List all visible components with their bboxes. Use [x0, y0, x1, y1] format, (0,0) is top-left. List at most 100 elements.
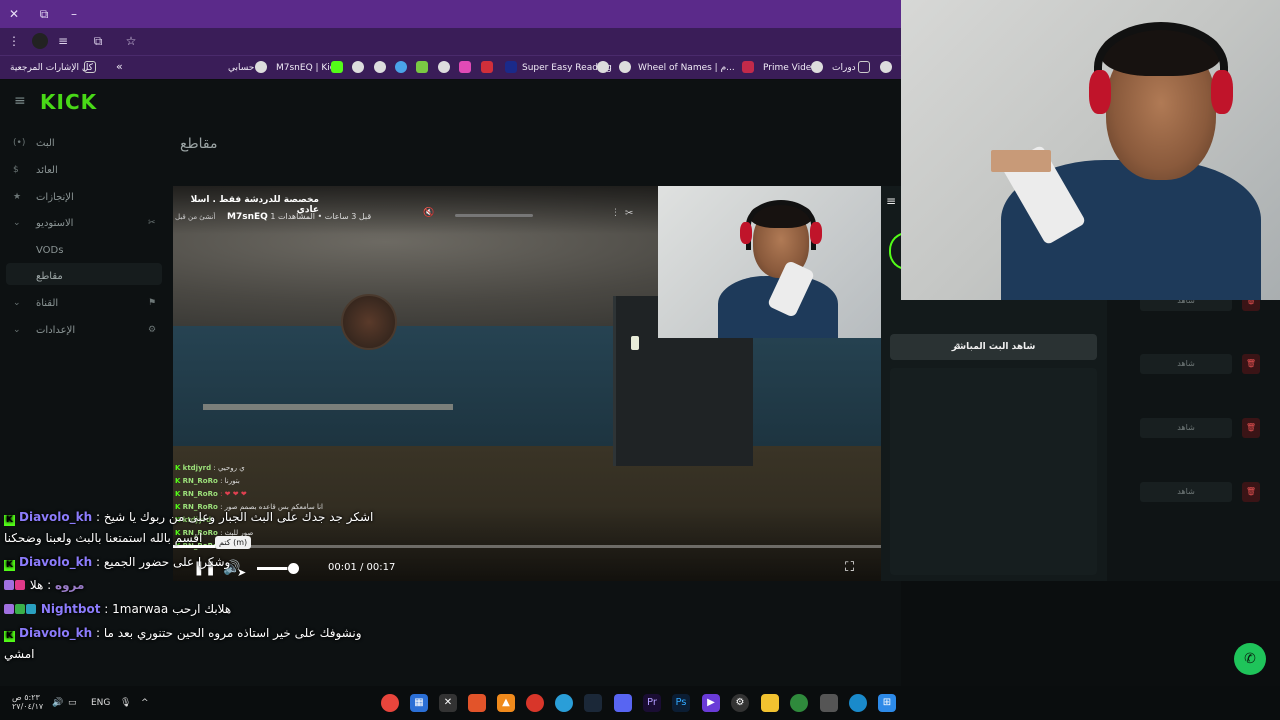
- video-scene-pipe: [203, 404, 453, 410]
- sidebar-item-achievements[interactable]: ★ الإنجازات: [0, 188, 170, 210]
- photoshop-taskbar-icon[interactable]: Ps: [672, 694, 690, 712]
- network-tray-icon[interactable]: ▭: [68, 698, 77, 708]
- globe-icon: [619, 61, 631, 73]
- chevron-up-icon[interactable]: ^: [141, 698, 149, 708]
- chrome-taskbar-icon[interactable]: [381, 694, 399, 712]
- kick-logo[interactable]: KICK: [40, 90, 97, 114]
- watch-clip-button[interactable]: شاهد: [1140, 354, 1232, 374]
- microphone-tray-icon[interactable]: 🎙: [120, 698, 131, 708]
- embedded-chat-line: K ktdjyrd : ي روحيي: [175, 464, 245, 472]
- steam-taskbar-icon[interactable]: [584, 694, 602, 712]
- bookmarks-chevron[interactable]: «: [116, 59, 123, 75]
- store-taskbar-icon[interactable]: [820, 694, 838, 712]
- video-time: 00:01 / 00:17: [328, 562, 396, 573]
- discord-taskbar-icon[interactable]: [614, 694, 632, 712]
- close-window-button[interactable]: ✕: [6, 6, 22, 22]
- watch-live-button[interactable]: شاهد البث المباشر: [890, 334, 1097, 360]
- webcam-overlay-small: [658, 186, 881, 338]
- watch-clip-button[interactable]: شاهد: [1140, 482, 1232, 502]
- bookmark-account[interactable]: حسابي: [228, 60, 254, 76]
- broadcast-icon: (•): [13, 138, 26, 148]
- bookmark-all[interactable]: كل الإشارات المرجعية: [10, 60, 93, 76]
- achievements-icon: ★: [13, 192, 22, 202]
- vlc-taskbar-icon[interactable]: ▲: [497, 694, 515, 712]
- sidebar-item-revenue[interactable]: $ العائد: [0, 161, 170, 183]
- telegram-taskbar-icon[interactable]: [555, 694, 573, 712]
- chat-username[interactable]: Diavolo_kh: [19, 555, 92, 569]
- video-meta: M7snEQ قبل 3 ساعات • المشاهدات 1: [227, 212, 371, 222]
- restore-window-button[interactable]: ⧉: [36, 6, 52, 22]
- hamburger-icon[interactable]: ≡: [14, 94, 28, 108]
- site-icon: [459, 61, 471, 73]
- video-progress-track[interactable]: [173, 545, 881, 548]
- globe-icon: [597, 61, 609, 73]
- delete-clip-button[interactable]: 🗑: [1242, 482, 1260, 502]
- watch-clip-button[interactable]: شاهد: [1140, 418, 1232, 438]
- sidebar-item-stream[interactable]: (•) البث: [0, 134, 170, 156]
- volume-tray-icon[interactable]: 🔊: [52, 698, 63, 708]
- kick-badge-icon: K: [4, 560, 15, 571]
- fullscreen-icon[interactable]: ⛶: [845, 560, 861, 576]
- brave-taskbar-icon[interactable]: [468, 694, 486, 712]
- panel-menu-icon[interactable]: ≡: [886, 194, 896, 208]
- minimize-window-button[interactable]: –: [66, 6, 82, 22]
- badge-icon: [15, 604, 25, 614]
- kick-icon: [331, 61, 343, 73]
- embedded-chat-line: K RN_RoRo : بتورنا: [175, 477, 240, 485]
- bookmark-courses[interactable]: دورات: [832, 60, 856, 76]
- sidebar-item-label: مقاطع: [36, 271, 63, 282]
- volume-slider-handle[interactable]: [288, 563, 299, 574]
- delete-clip-button[interactable]: 🗑: [1242, 354, 1260, 374]
- support-chat-button[interactable]: ✆: [1234, 643, 1266, 675]
- globe-icon: [255, 61, 267, 73]
- stream-taskbar-icon[interactable]: ▶: [702, 694, 720, 712]
- chat-username[interactable]: Diavolo_kh: [19, 626, 92, 640]
- chat-username[interactable]: Diavolo_kh: [19, 510, 92, 524]
- windows-start-icon[interactable]: ⊞: [878, 694, 896, 712]
- chat-text: : اشكر جد جدك على البث الجبار وعلى من رب…: [95, 510, 374, 524]
- chat-text: : ونشوفك على خير استاذه مروه الحين حتنور…: [95, 626, 362, 640]
- bookmark-star-icon[interactable]: ☆: [123, 33, 139, 49]
- delete-clip-button[interactable]: 🗑: [1242, 418, 1260, 438]
- kick-badge-icon: K: [4, 631, 15, 642]
- sidebar-item-label: البث: [36, 138, 55, 149]
- chevron-down-icon: ⌄: [13, 218, 21, 228]
- sidebar-item-clips[interactable]: مقاطع: [0, 267, 170, 289]
- apps-grid-taskbar-icon[interactable]: ▦: [410, 694, 428, 712]
- excel-taskbar-icon[interactable]: ✕: [439, 694, 457, 712]
- language-indicator[interactable]: ENG: [91, 698, 110, 708]
- video-meta-text: قبل 3 ساعات • المشاهدات 1: [270, 212, 372, 221]
- chat-username[interactable]: مروه: [55, 578, 84, 592]
- sidebar-item-label: القناة: [36, 298, 59, 309]
- clock-time: ٥:٢٣ ص: [12, 693, 40, 702]
- premiere-taskbar-icon[interactable]: Pr: [643, 694, 661, 712]
- menu-icon[interactable]: ⋮: [6, 33, 22, 49]
- sidebar-item-vods[interactable]: VODs: [0, 241, 170, 263]
- video-channel-name[interactable]: M7snEQ: [227, 212, 268, 222]
- filter-icon[interactable]: ≡: [55, 33, 71, 49]
- clock[interactable]: ٥:٢٣ ص ٢٧/٠٤/١٧: [12, 693, 43, 711]
- bookmark-wheel-of-names[interactable]: Wheel of Names | م...: [638, 60, 735, 76]
- sidebar-item-channel[interactable]: ⌄ القناة ⚑: [0, 294, 170, 316]
- record-taskbar-icon[interactable]: [526, 694, 544, 712]
- chat-message: امشي: [4, 647, 34, 661]
- site-icon: [481, 61, 493, 73]
- chat-message: K Diavolo_kh : وشكرا على حضور الجميع: [4, 555, 230, 571]
- kick-badge-icon: K: [4, 515, 15, 526]
- explorer-taskbar-icon[interactable]: [761, 694, 779, 712]
- bookmark-prime-video[interactable]: Prime Video: [763, 60, 817, 76]
- edge-taskbar-icon[interactable]: [849, 694, 867, 712]
- site-icon: [395, 61, 407, 73]
- site-icon: [505, 61, 517, 73]
- settings-taskbar-icon[interactable]: ⚙: [731, 694, 749, 712]
- sidebar-item-studio[interactable]: ⌄ الاستوديو ✂: [0, 214, 170, 236]
- chat-username[interactable]: Nightbot: [41, 602, 101, 616]
- chrome2-taskbar-icon[interactable]: [790, 694, 808, 712]
- webcam-overlay-large: [901, 0, 1280, 300]
- profile-icon[interactable]: [32, 33, 48, 49]
- share-icon[interactable]: ⧉: [90, 33, 106, 49]
- clock-date: ٢٧/٠٤/١٧: [12, 702, 44, 711]
- site-icon: [416, 61, 428, 73]
- chevron-down-icon: ⌄: [13, 325, 21, 335]
- sidebar-item-settings[interactable]: ⌄ الإعدادات ⚙: [0, 321, 170, 343]
